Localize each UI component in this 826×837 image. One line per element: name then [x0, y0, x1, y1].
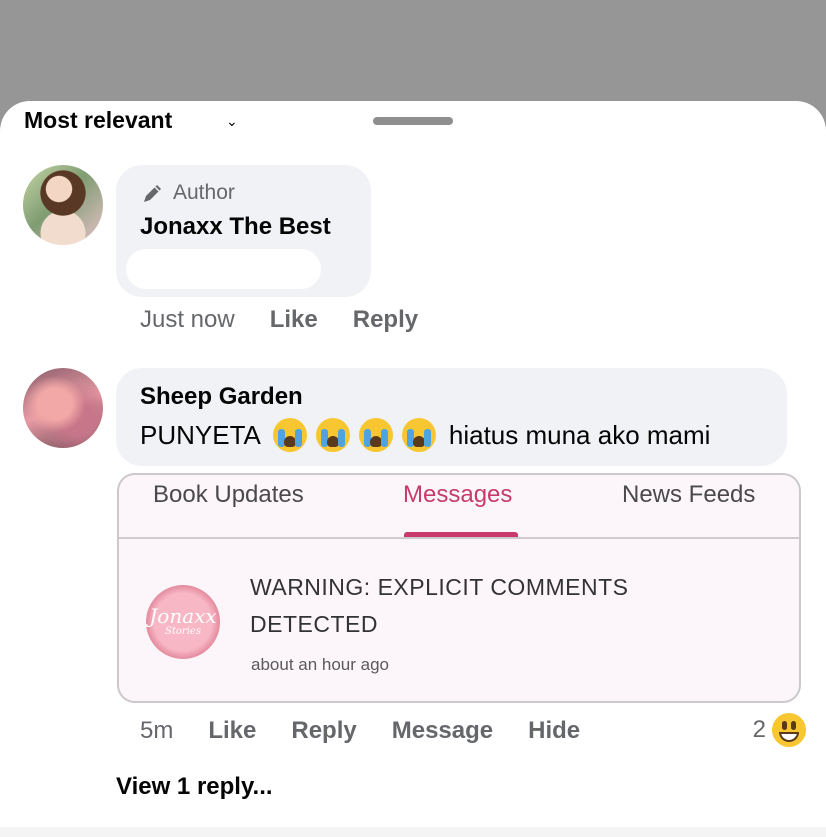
crying-face-icon	[315, 418, 350, 452]
comment-actions: Just now Like Reply	[140, 306, 453, 334]
warning-message: WARNING: EXPLICIT COMMENTS DETECTED	[250, 574, 629, 637]
jonaxx-logo: Jonaxx Stories	[146, 585, 220, 659]
commenter-name[interactable]: Sheep Garden	[140, 383, 303, 411]
comment-text-end: hiatus muna ako mami	[448, 419, 711, 450]
avatar[interactable]	[23, 165, 103, 245]
reaction-count: 2	[752, 716, 766, 743]
screenshot-attachment[interactable]: Book Updates Messages News Feeds Jonaxx …	[117, 473, 801, 703]
like-button[interactable]: Like	[208, 717, 256, 745]
divider	[0, 827, 826, 837]
tab-bar: Book Updates Messages News Feeds	[119, 475, 799, 539]
commenter-name[interactable]: Jonaxx The Best	[140, 213, 331, 241]
reply-button[interactable]: Reply	[353, 306, 418, 334]
crying-face-icon	[272, 418, 307, 452]
comment-bubble: Sheep Garden PUNYETA hiatus muna ako mam…	[116, 368, 787, 466]
comments-sheet: Most relevant ⌄ Author Jonaxx The Best J…	[0, 101, 826, 837]
logo-text: Jonaxx	[149, 604, 217, 628]
message-time: about an hour ago	[251, 655, 390, 674]
pencil-icon	[144, 185, 161, 202]
tab-messages[interactable]: Messages	[403, 481, 512, 509]
grinning-face-icon	[772, 713, 806, 747]
comment-actions: 5m Like Reply Message Hide	[140, 717, 615, 745]
sort-dropdown[interactable]: Most relevant	[24, 105, 172, 135]
logo-subtext: Stories	[165, 626, 201, 637]
author-badge-label: Author	[173, 181, 235, 204]
active-tab-indicator	[404, 532, 518, 537]
chevron-down-icon[interactable]: ⌄	[226, 113, 238, 130]
author-badge: Author	[141, 181, 235, 205]
comment-time: Just now	[140, 306, 235, 333]
crying-face-icon	[401, 418, 436, 452]
view-replies-link[interactable]: View 1 reply...	[116, 773, 273, 801]
message-button[interactable]: Message	[392, 717, 493, 745]
hide-button[interactable]: Hide	[528, 717, 580, 745]
tab-news-feeds[interactable]: News Feeds	[622, 481, 755, 509]
comment-time: 5m	[140, 717, 174, 744]
tab-book-updates[interactable]: Book Updates	[153, 481, 304, 509]
comment-bubble: Author Jonaxx The Best	[116, 165, 371, 297]
avatar[interactable]	[23, 368, 103, 448]
reaction-summary[interactable]: 2	[753, 713, 806, 747]
comment-text-start: PUNYETA	[140, 419, 261, 450]
drag-handle[interactable]	[373, 117, 453, 125]
crying-face-icon	[358, 418, 393, 452]
redacted-text	[126, 249, 321, 289]
like-button[interactable]: Like	[270, 306, 318, 334]
reply-button[interactable]: Reply	[291, 717, 356, 745]
comment-text: PUNYETA hiatus muna ako mami	[140, 418, 710, 452]
